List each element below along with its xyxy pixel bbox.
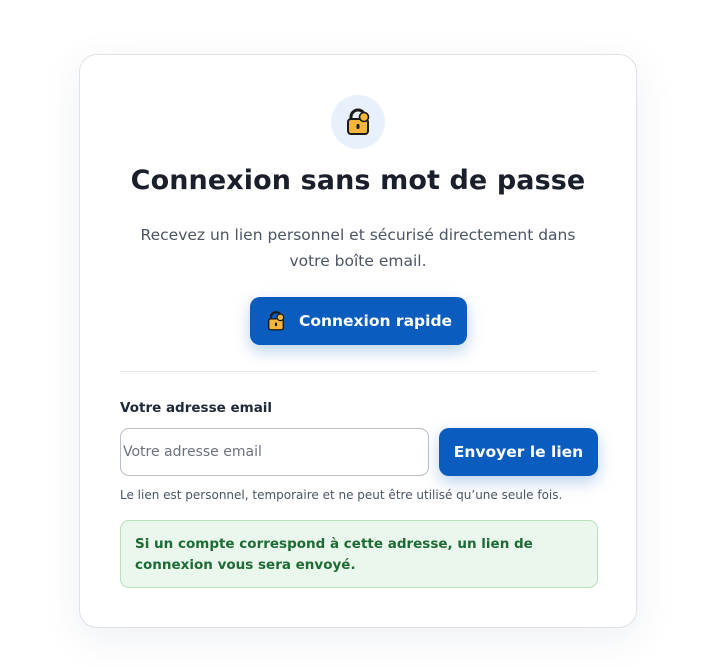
send-link-button[interactable]: Envoyer le lien — [439, 428, 598, 476]
email-input[interactable] — [120, 428, 429, 476]
lock-icon — [347, 108, 370, 135]
divider — [120, 371, 597, 372]
lock-icon — [267, 311, 285, 331]
page-subtitle: Recevez un lien personnel et sécurisé di… — [140, 226, 576, 270]
quick-login-label: Connexion rapide — [298, 312, 453, 330]
login-card: Connexion sans mot de passe Recevez un l… — [79, 54, 637, 628]
email-label: Votre adresse email — [120, 400, 273, 416]
header-icon-badge — [331, 95, 385, 149]
help-text: Le lien est personnel, temporaire et ne … — [120, 488, 563, 502]
quick-login-button[interactable]: Connexion rapide — [250, 297, 467, 345]
page-title: Connexion sans mot de passe — [130, 165, 586, 196]
success-alert: Si un compte correspond à cette adresse,… — [120, 520, 598, 588]
